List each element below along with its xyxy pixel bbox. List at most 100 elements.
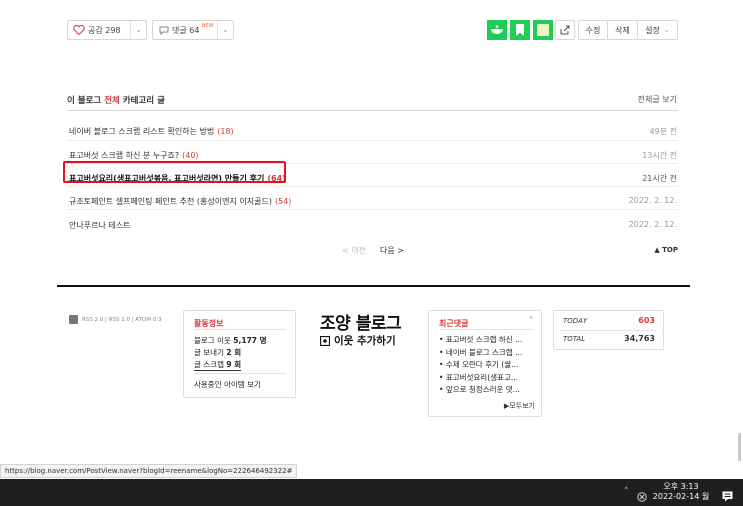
row-divider [67,186,678,187]
chevron-down-icon: ⌄ [663,26,670,34]
neighbors-value: 5,177 명 [233,336,267,345]
recent-comment-text: 표고버섯요리(생표고... [445,372,518,382]
recent-comment-item[interactable]: • 앞으로 청정스러운 댓... [439,384,537,397]
visitor-stats-card: TODAY 603 TOTAL 34,763 [553,310,664,350]
comment-button[interactable]: 댓글 64 NEW ⌄ [152,20,234,40]
activity-card: 활동정보 블로그 이웃 5,177 명 글 보내기 2 회 글 스크랩 9 회 … [183,310,296,398]
next-page-link[interactable]: 다음 > [380,245,404,256]
view-all-comments-link[interactable]: ▶모두보기 [504,401,535,411]
heart-icon [73,25,85,35]
post-title-link[interactable]: 규조토페인트 셀프페인팅 페인트 추천 (홍성이엔지 이지골드) (54) [69,196,291,207]
post-time: 49분 전 [649,127,677,136]
post-title: 네이버 블로그 스크랩 리스트 확인하는 방법 [69,127,215,136]
rss-label: RSS 2.0 | RSS 1.0 | ATOM 0.3 [82,316,162,323]
post-comment-count[interactable]: (54) [275,197,291,206]
comment-list: • 표고버섯 스크랩 하신 ... • 네이버 블로그 스크랩 ... • 수제 오… [439,334,537,397]
chevron-up-icon[interactable]: ˄ [624,487,629,497]
post-title-link[interactable]: 표고버섯 스크랩 하신 분 누구죠? (40) [69,150,199,161]
scrap-row[interactable]: 글 스크랩 9 회 [194,359,242,371]
new-badge: NEW [201,23,214,29]
today-value: 603 [638,316,655,325]
post-title: 표고버섯 스크랩 하신 분 누구죠? [69,151,180,160]
footer-divider [57,285,690,287]
prev-page-link[interactable]: < 이전 [342,245,366,256]
post-title: 안나푸르나 테스트 [69,221,131,230]
recent-comment-item[interactable]: • 수제 오란다 후기 (쌀... [439,359,537,372]
recent-comment-item[interactable]: • 표고버섯 스크랩 하신 ... [439,334,537,347]
recent-comment-text: 수제 오란다 후기 (쌀... [445,360,519,369]
divider [560,330,657,331]
post-time: 2022. 2. 12. [628,196,677,205]
taskbar: ˄ 오후 3:13 2022-02-14 월 [0,479,743,506]
like-count: 공감 298 [88,25,121,35]
neighbors-row: 블로그 이웃 5,177 명 [194,335,267,346]
post-time: 2022. 2. 12. [628,220,677,229]
divider [439,329,533,330]
settings-label: 설정 [645,25,660,35]
post-time: 21시간 전 [642,174,677,183]
add-neighbor-icon [320,335,330,346]
action-center-icon[interactable] [722,487,733,506]
bullet-icon: • [439,347,446,357]
clock-time: 오후 3:13 [663,482,699,491]
total-value: 34,763 [624,334,655,343]
rss-links[interactable]: RSS 2.0 | RSS 1.0 | ATOM 0.3 [69,315,162,324]
clock[interactable]: 오후 3:13 2022-02-14 월 [651,482,711,502]
comment-icon [159,26,169,35]
edit-button[interactable]: 수정 [578,20,608,40]
scrollbar-thumb[interactable] [738,433,741,461]
post-comment-count[interactable]: (18) [217,127,233,136]
bowl-icon[interactable] [487,20,507,40]
view-all-link[interactable]: 전체글 보기 [638,94,677,105]
category-header-suffix: 카테고리 글 [122,96,165,106]
chevron-up-icon[interactable]: ˄ [529,316,533,325]
bullet-icon: • [439,360,446,369]
scrap-label: 글 스크랩 [194,360,224,369]
divider [67,110,678,111]
post-time: 13시간 전 [642,151,677,160]
post-title: 규조토페인트 셀프페인팅 페인트 추천 (홍성이엔지 이지골드) [69,197,272,206]
neighbors-label: 블로그 이웃 [194,336,231,345]
scrap-value: 9 회 [226,360,242,369]
category-header-highlight: 전체 [104,96,120,106]
posts-value: 2 회 [226,348,242,357]
today-label: TODAY [563,317,588,325]
chevron-down-icon[interactable]: ⌄ [217,21,233,39]
bullet-icon: • [439,372,446,382]
bullet-icon: • [439,335,446,344]
posts-label: 글 보내기 [194,348,224,357]
delete-button[interactable]: 삭제 [607,20,638,40]
category-header: 이 블로그 전체 카테고리 글 [67,94,165,106]
recent-comment-text: 앞으로 청정스러운 댓... [445,385,520,394]
recent-comment-text: 네이버 블로그 스크랩 ... [445,347,523,357]
recent-comment-item[interactable]: • 표고버섯요리(생표고... [439,372,537,385]
bookmark-icon[interactable] [510,20,530,40]
add-neighbor-button[interactable]: 이웃 추가하기 [320,333,396,348]
top-link[interactable]: ▲ TOP [654,246,678,254]
edit-label: 수정 [585,25,601,35]
delete-label: 삭제 [615,25,630,35]
items-link[interactable]: 사용중인 아이템 보기 [194,379,261,390]
recent-comment-text: 표고버섯 스크랩 하신 ... [445,335,523,344]
status-url: https://blog.naver.com/PostView.naver?bl… [0,464,298,478]
row-divider [67,209,678,210]
comment-count: 댓글 64 [172,25,200,35]
divider [194,329,286,330]
highlight-box [63,161,286,183]
recent-comment-item[interactable]: • 네이버 블로그 스크랩 ... [439,347,537,360]
settings-button[interactable]: 설정 ⌄ [637,20,678,40]
post-title-link[interactable]: 네이버 블로그 스크랩 리스트 확인하는 방법 (18) [69,126,234,137]
notification-settings-icon[interactable] [637,487,647,506]
total-label: TOTAL [563,335,586,343]
post-comment-count[interactable]: (40) [182,151,198,160]
row-divider [67,140,678,141]
blog-name[interactable]: 조양 블로그 [320,309,402,334]
recent-comments-card: 최근댓글 ˄ • 표고버섯 스크랩 하신 ... • 네이버 블로그 스크랩 ..… [428,310,542,417]
category-header-prefix: 이 블로그 [67,96,102,106]
chevron-down-icon[interactable]: ⌄ [130,21,146,39]
like-button[interactable]: 공감 298 ⌄ [67,20,147,40]
share-icon[interactable] [555,20,575,40]
post-title-link[interactable]: 안나푸르나 테스트 [69,220,133,231]
note-icon[interactable] [533,20,553,40]
rss-icon [69,315,78,324]
